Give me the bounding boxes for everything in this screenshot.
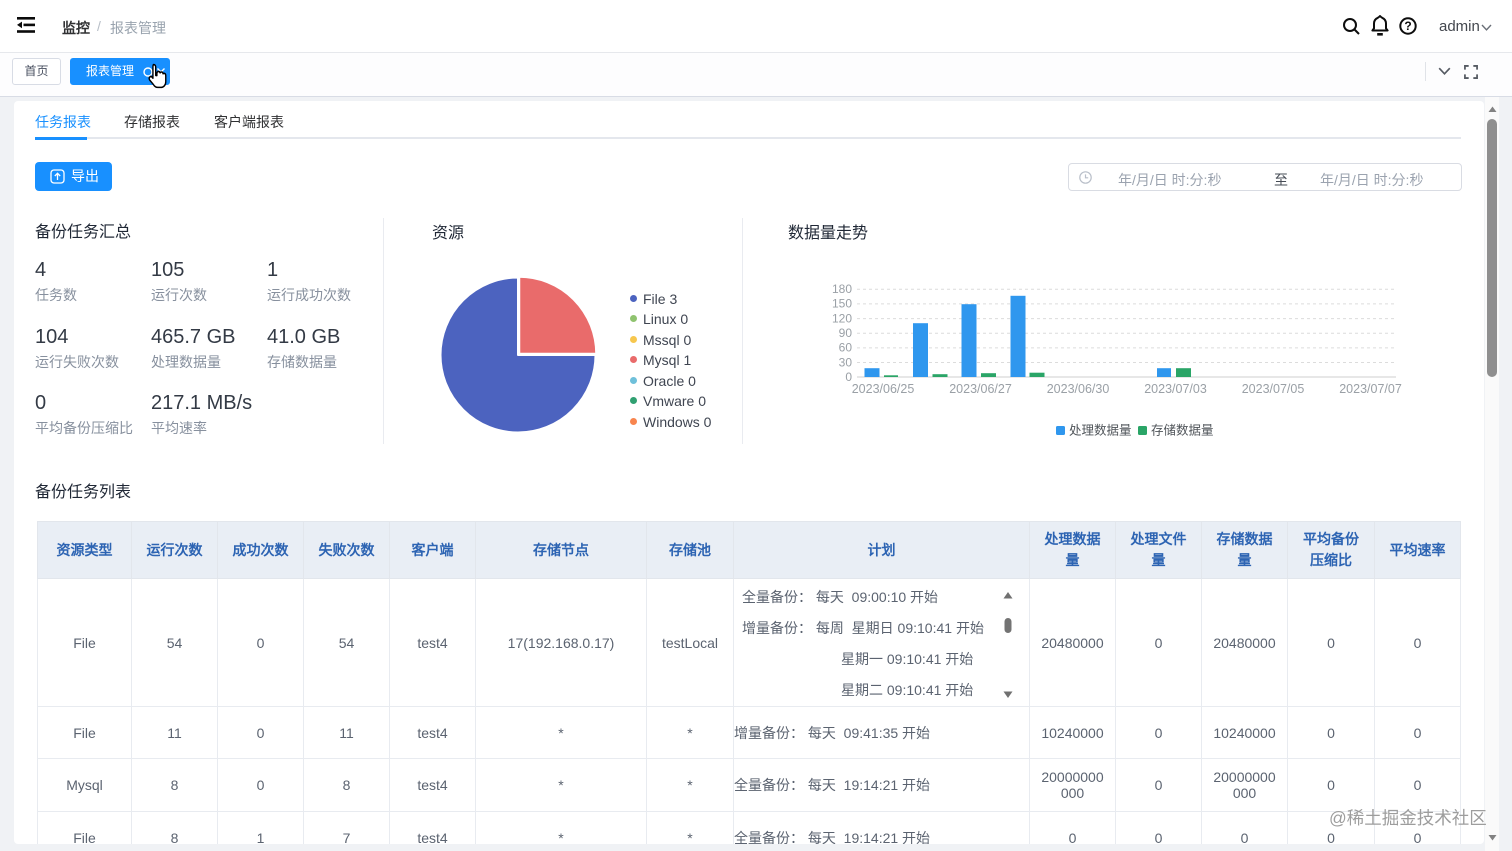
svg-text:30: 30 [839,355,853,369]
svg-text:2023/06/27: 2023/06/27 [949,382,1012,396]
svg-text:2023/07/07: 2023/07/07 [1339,382,1402,396]
svg-text:存储数据量: 存储数据量 [1151,423,1214,438]
svg-text:60: 60 [839,341,853,355]
svg-text:150: 150 [832,297,852,311]
svg-text:处理数据量: 处理数据量 [1069,423,1132,438]
svg-text:2023/06/25: 2023/06/25 [852,382,915,396]
svg-text:2023/07/03: 2023/07/03 [1144,382,1207,396]
svg-text:120: 120 [832,311,852,325]
svg-text:180: 180 [832,282,852,296]
svg-text:2023/07/05: 2023/07/05 [1242,382,1305,396]
svg-text:?: ? [1404,19,1411,33]
svg-text:90: 90 [839,326,853,340]
svg-text:2023/06/30: 2023/06/30 [1047,382,1110,396]
